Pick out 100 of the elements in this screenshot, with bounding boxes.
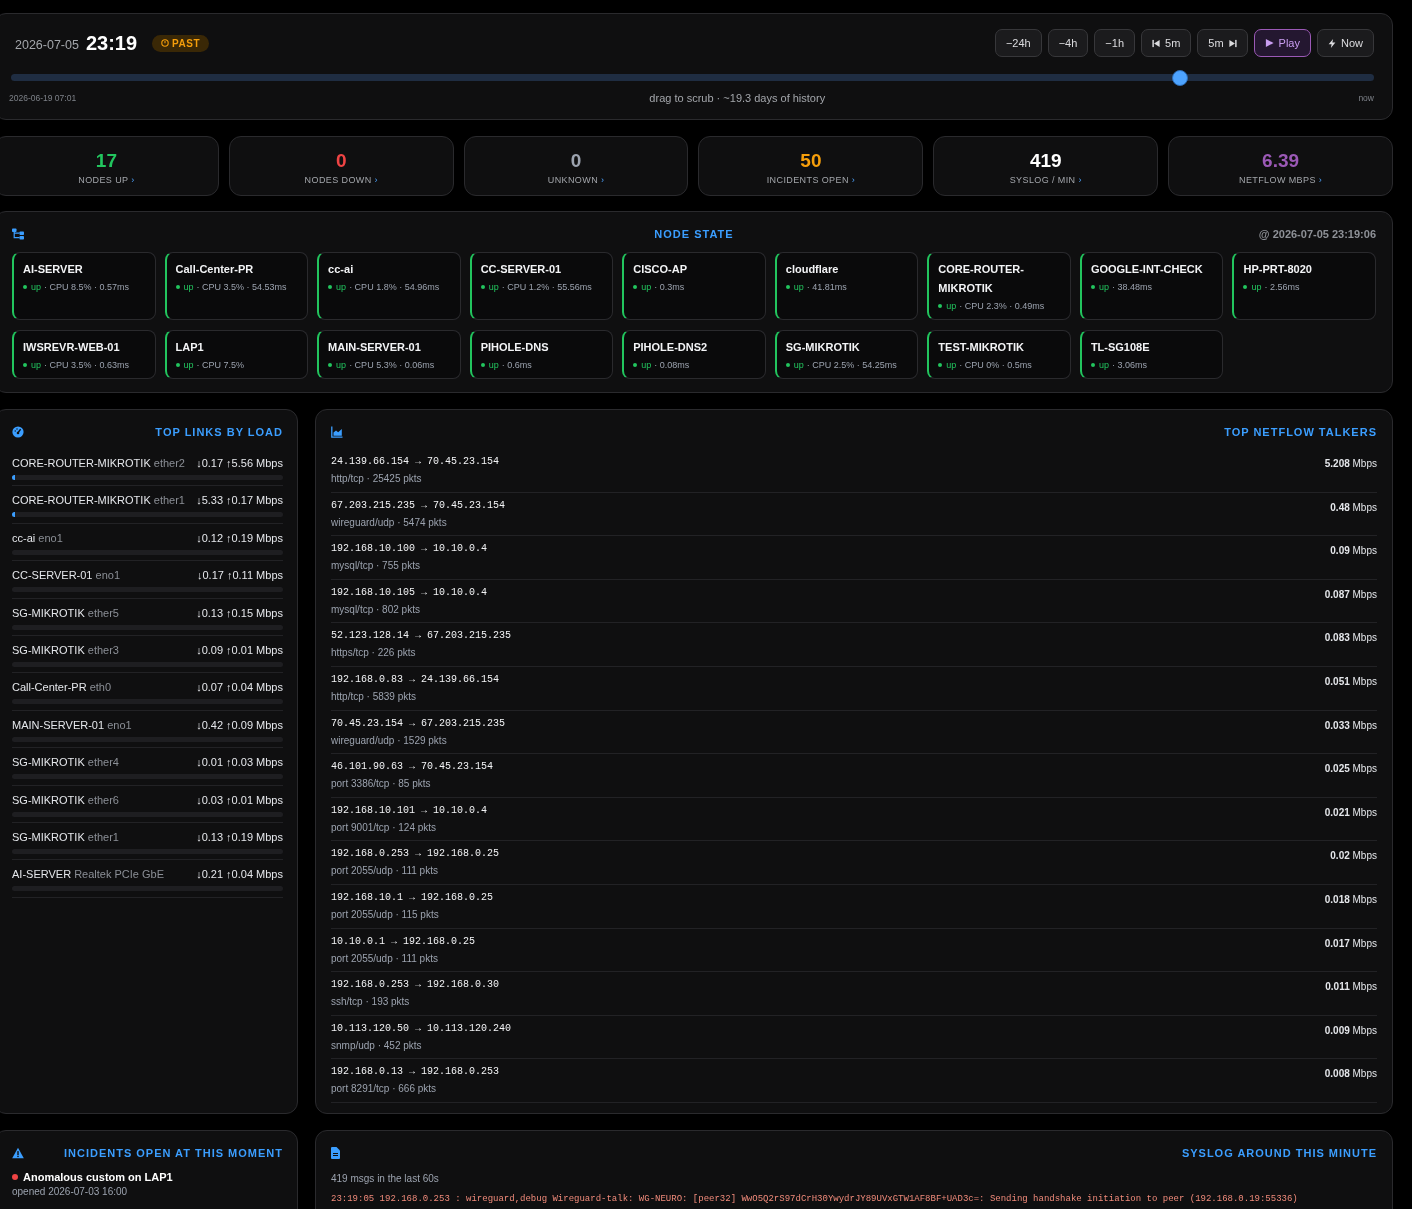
node-status: up [641, 282, 652, 292]
node-card[interactable]: CORE-ROUTER-MIKROTIK up · CPU 2.3% · 0.49ms [927, 252, 1071, 320]
node-card[interactable]: AI-SERVER up · CPU 8.5% · 0.57ms [12, 252, 156, 320]
incident-title[interactable]: Anomalous custom on LAP1 [23, 1171, 173, 1183]
node-card[interactable]: HP-PRT-8020 up · 2.56ms [1232, 252, 1376, 320]
flow-protocol: snmp/udp · 452 pkts [331, 1038, 423, 1053]
node-metrics: · 41.81ms [806, 282, 847, 292]
node-metrics: · 0.08ms [654, 360, 690, 370]
flow-endpoints: 192.168.0.83 → 24.139.66.154 [331, 672, 500, 687]
link-rate: ↓0.09 ↑0.01 Mbps [196, 643, 283, 656]
node-status: up [1098, 282, 1109, 292]
stat-link[interactable]: NODES DOWN › [304, 174, 378, 186]
node-name: TEST-MIKROTIK [938, 340, 1024, 355]
node-status: up [1251, 282, 1262, 292]
stat-link[interactable]: INCIDENTS OPEN › [766, 174, 856, 186]
now-button[interactable]: Now [1317, 29, 1374, 57]
link-interface: eno1 [38, 531, 63, 544]
link-device: SG-MIKROTIK [12, 756, 85, 769]
node-card[interactable]: cloudflare up · 41.81ms [774, 252, 919, 320]
node-metrics: · 0.3ms [654, 282, 685, 292]
scrub-hint: drag to scrub · ~19.3 days of history [649, 92, 826, 104]
node-status: up [946, 301, 957, 311]
flow-rate: 0.02 Mbps [1330, 849, 1377, 864]
flow-endpoints: 46.101.90.63 → 70.45.23.154 [331, 760, 494, 775]
node-card[interactable]: TEST-MIKROTIK up · CPU 0% · 0.5ms [927, 330, 1071, 379]
skip-back-icon [1152, 38, 1160, 48]
link-interface: ether1 [153, 494, 185, 507]
skip-forward-icon [1228, 38, 1237, 48]
node-name: LAP1 [175, 340, 204, 355]
flow-protocol: port 2055/udp · 115 pkts [331, 907, 440, 922]
flow-rate: 0.083 Mbps [1324, 631, 1377, 646]
node-name: GOOGLE-INT-CHECK [1090, 262, 1203, 277]
play-button[interactable]: Play [1253, 29, 1311, 57]
link-interface: ether6 [87, 793, 119, 806]
panel-title: SYSLOG AROUND THIS MINUTE [1181, 1147, 1377, 1159]
node-name: HP-PRT-8020 [1243, 262, 1312, 277]
stat-link[interactable]: NETFLOW MBPS › [1239, 174, 1323, 186]
flow-rate: 0.008 Mbps [1324, 1067, 1377, 1082]
flow-protocol: ssh/tcp · 193 pkts [331, 995, 411, 1010]
node-metrics: · CPU 8.5% · 0.57ms [44, 282, 130, 292]
link-device: SG-MIKROTIK [12, 606, 85, 619]
link-device: CORE-ROUTER-MIKROTIK [12, 457, 151, 469]
jump-back-button[interactable]: −24h [994, 29, 1042, 57]
chevron-icon: › [600, 175, 605, 185]
node-name: cloudflare [785, 262, 839, 277]
link-interface: ether4 [87, 756, 119, 769]
flow-endpoints: 192.168.10.1 → 192.168.0.25 [331, 890, 494, 905]
flow-protocol: mysql/tcp · 755 pkts [331, 559, 421, 574]
node-card[interactable]: MAIN-SERVER-01 up · CPU 5.3% · 0.06ms [317, 330, 461, 379]
step-back-button[interactable]: 5m [1141, 29, 1192, 57]
lightning-icon [1328, 38, 1336, 48]
flow-rate: 0.009 Mbps [1324, 1023, 1377, 1038]
link-device: AI-SERVER [12, 868, 72, 881]
jump-back-button[interactable]: −1h [1094, 29, 1135, 57]
node-status: up [488, 282, 499, 292]
flow-endpoints: 67.203.215.235 → 70.45.23.154 [331, 498, 506, 513]
current-date: 2026-07-05 [15, 37, 79, 52]
node-name: PIHOLE-DNS2 [633, 340, 708, 355]
link-rate: ↓0.17 ↑5.56 Mbps [196, 457, 283, 469]
node-card[interactable]: IWSREVR-WEB-01 up · CPU 3.5% · 0.63ms [12, 330, 156, 379]
stat-link[interactable]: NODES UP › [78, 174, 135, 186]
node-card[interactable]: LAP1 up · CPU 7.5% [164, 330, 309, 379]
node-card[interactable]: cc-ai up · CPU 1.8% · 54.96ms [317, 252, 461, 320]
chevron-icon: › [131, 175, 135, 185]
node-card[interactable]: TL-SG108E up · 3.06ms [1079, 330, 1224, 379]
node-card[interactable]: PIHOLE-DNS up · 0.6ms [469, 330, 614, 379]
node-name: AI-SERVER [23, 262, 83, 277]
chevron-icon: › [1078, 175, 1082, 185]
chevron-icon: › [1318, 175, 1323, 185]
node-card[interactable]: CC-SERVER-01 up · CPU 1.2% · 55.56ms [469, 252, 614, 320]
flow-protocol: port 2055/udp · 111 pkts [331, 951, 439, 966]
node-card[interactable]: CISCO-AP up · 0.3ms [622, 252, 766, 320]
stat-link[interactable]: UNKNOWN › [547, 174, 605, 186]
node-name: CC-SERVER-01 [480, 262, 562, 277]
time-slider-thumb[interactable] [1172, 70, 1189, 86]
flow-endpoints: 10.10.0.1 → 192.168.0.25 [331, 934, 476, 949]
link-rate: ↓0.17 ↑0.11 Mbps [197, 569, 283, 582]
node-metrics: · CPU 2.5% · 54.25ms [806, 360, 897, 370]
time-slider-track[interactable] [11, 70, 1374, 86]
node-card[interactable]: SG-MIKROTIK up · CPU 2.5% · 54.25ms [774, 330, 919, 379]
syslog-summary: 419 msgs in the last 60s [331, 1172, 440, 1186]
node-status: up [31, 360, 41, 370]
node-card[interactable]: Call-Center-PR up · CPU 3.5% · 54.53ms [164, 252, 309, 320]
link-device: SG-MIKROTIK [12, 830, 85, 843]
node-card[interactable]: PIHOLE-DNS2 up · 0.08ms [622, 330, 766, 379]
node-metrics: · CPU 1.2% · 55.56ms [501, 282, 592, 292]
flow-endpoints: 192.168.10.100 → 10.10.0.4 [331, 542, 488, 557]
jump-back-button[interactable]: −4h [1047, 29, 1089, 57]
node-status: up [1098, 360, 1109, 370]
flow-protocol: port 2055/udp · 111 pkts [331, 864, 439, 879]
link-device: SG-MIKROTIK [12, 793, 85, 806]
node-name: TL-SG108E [1090, 340, 1150, 355]
flow-rate: 0.021 Mbps [1324, 805, 1377, 820]
step-forward-button[interactable]: 5m [1197, 29, 1248, 57]
flow-endpoints: 52.123.128.14 → 67.203.215.235 [331, 629, 512, 644]
current-time: 23:19 [85, 31, 138, 55]
node-metrics: · 38.48ms [1111, 282, 1152, 292]
stat-link[interactable]: SYSLOG / MIN › [1009, 174, 1082, 186]
node-card[interactable]: GOOGLE-INT-CHECK up · 38.48ms [1079, 252, 1224, 320]
link-device: CORE-ROUTER-MIKROTIK [12, 494, 151, 507]
